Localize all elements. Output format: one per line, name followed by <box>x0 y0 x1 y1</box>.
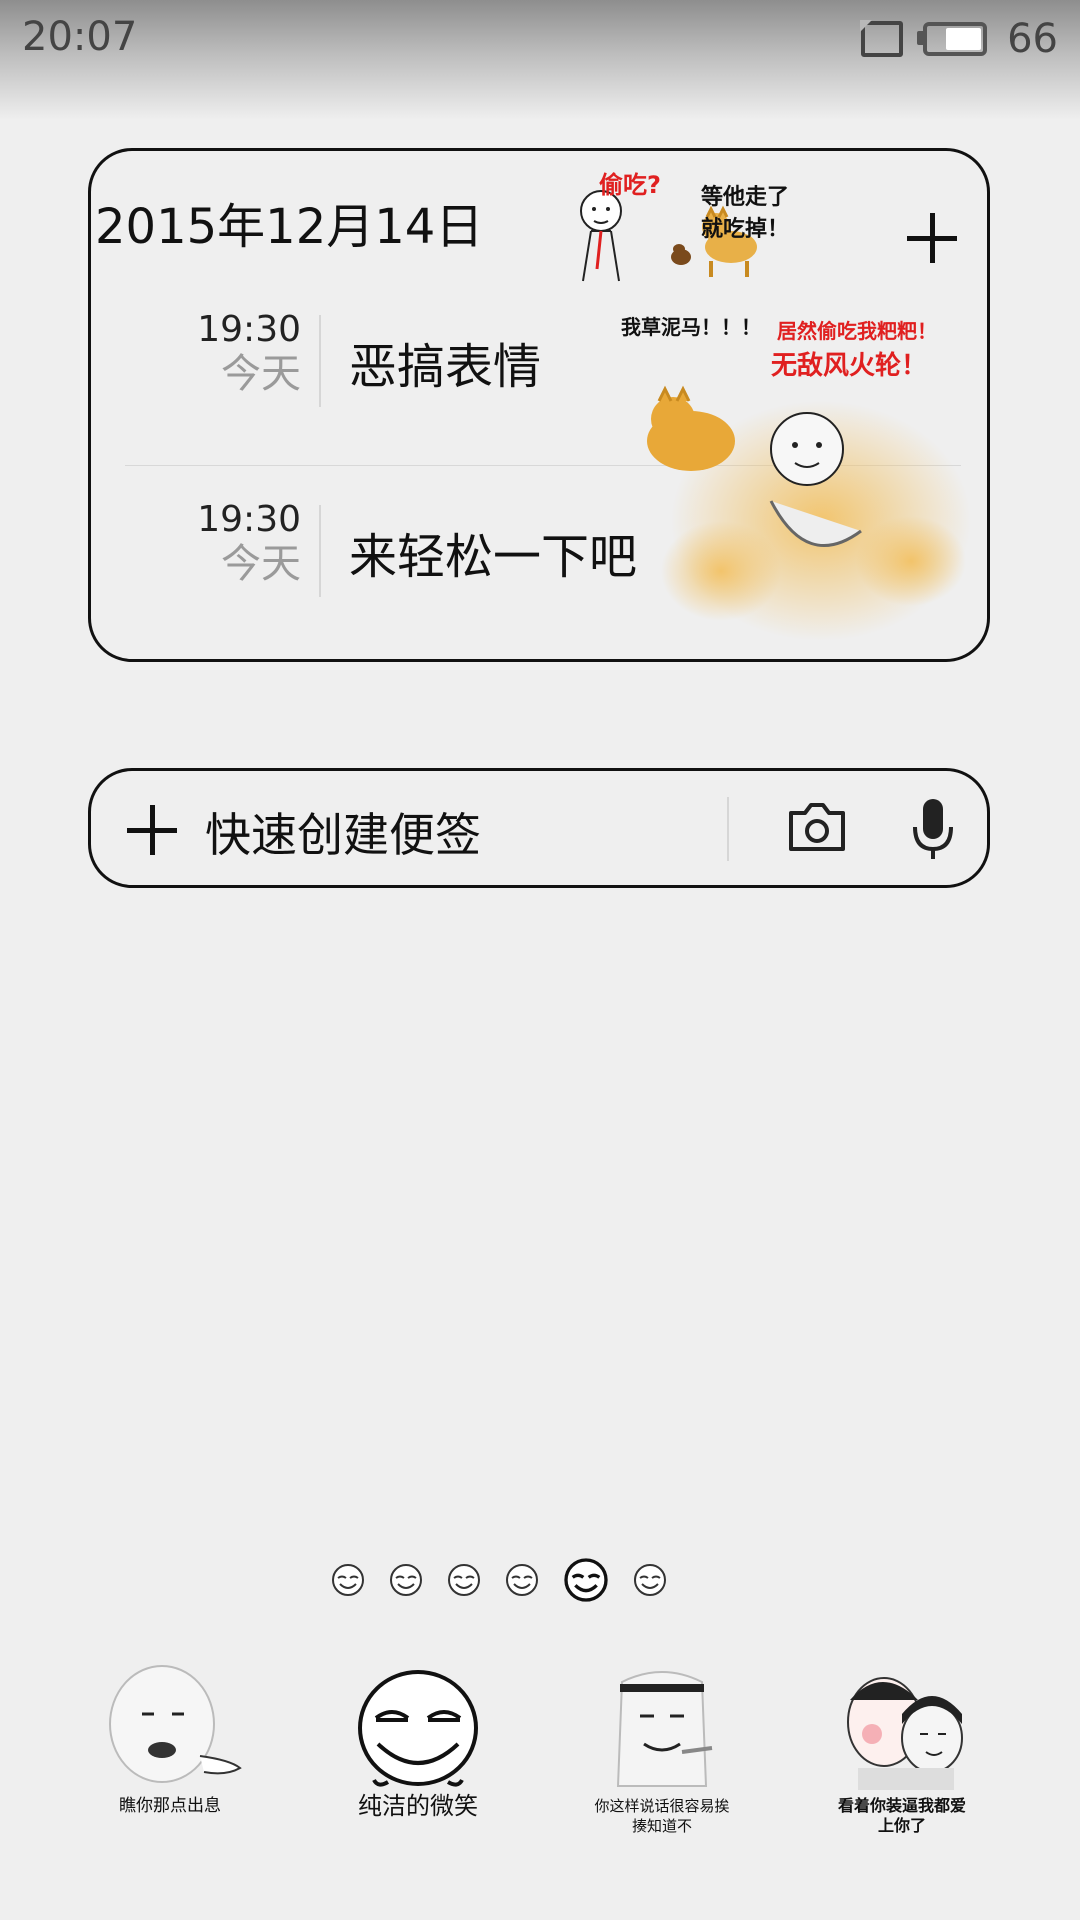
note-day: 今天 <box>221 351 301 397</box>
dock-app-label: 瞧你那点出息 <box>119 1796 221 1816</box>
quick-note-label[interactable]: 快速创建便签 <box>205 799 481 865</box>
battery-level: 66 <box>1007 16 1058 62</box>
page-dot[interactable] <box>504 1562 540 1598</box>
dock-app-3[interactable]: 你这样说话很容易挨揍知道不 <box>572 1660 752 1840</box>
battery-icon <box>917 22 988 56</box>
meme-text-right-1: 居然偷吃我粑粑！ <box>777 319 937 343</box>
dock-app-1[interactable]: 瞧你那点出息 <box>80 1660 260 1840</box>
meme-text-left: 我草泥马！！！ <box>621 315 761 339</box>
status-bar: 20:07 66 <box>0 0 1080 120</box>
dock-app-label: 你这样说话很容易挨揍知道不 <box>594 1797 730 1835</box>
dock-app-2[interactable]: 纯洁的微笑 <box>328 1660 508 1840</box>
vertical-divider <box>319 505 321 597</box>
notes-widget[interactable]: 2015年12月14日 偷吃? 等他走了就吃掉！ 19:30 今天 恶搞表情 1… <box>88 148 990 662</box>
note-time: 19:30 <box>197 309 301 350</box>
microphone-icon[interactable] <box>911 797 955 861</box>
meme-caption-left: 偷吃? <box>599 171 661 199</box>
meme-face-icon <box>847 1677 963 1790</box>
meme-face-icon <box>109 1665 242 1783</box>
quick-note-bar[interactable]: 快速创建便签 <box>88 768 990 888</box>
page-dot[interactable] <box>388 1562 424 1598</box>
page-dot[interactable] <box>632 1562 668 1598</box>
camera-icon[interactable] <box>787 801 847 853</box>
status-icons: 66 <box>860 14 1058 64</box>
note-time: 19:30 <box>197 499 301 540</box>
meme-sticker-big: 我草泥马！！！ 居然偷吃我粑粑！ 无敌风火轮！ <box>621 315 971 651</box>
note-time-block: 19:30 今天 <box>197 309 301 397</box>
dock: 瞧你那点出息 纯洁的微笑 你这样说话很容易挨揍知道不 看着你装逼我都爱上你了 <box>0 1660 1080 1840</box>
page-dot[interactable] <box>330 1562 366 1598</box>
dock-app-label: 看着你装逼我都爱上你了 <box>837 1796 966 1835</box>
dock-app-4[interactable]: 看着你装逼我都爱上你了 <box>812 1660 992 1840</box>
note-title: 恶搞表情 <box>349 339 542 395</box>
note-title: 来轻松一下吧 <box>349 529 638 585</box>
page-dot[interactable] <box>446 1562 482 1598</box>
meme-caption-right: 等他走了就吃掉！ <box>701 185 790 242</box>
widget-date: 2015年12月14日 <box>95 199 484 255</box>
separator <box>727 797 729 861</box>
meme-sticker-top: 偷吃? 等他走了就吃掉！ <box>561 169 801 287</box>
note-day: 今天 <box>221 541 301 587</box>
note-time-block: 19:30 今天 <box>197 499 301 587</box>
page-dot-active[interactable] <box>562 1556 610 1604</box>
meme-text-right-2: 无敌风火轮！ <box>771 351 928 381</box>
sim-card-icon <box>860 20 904 57</box>
status-time: 20:07 <box>22 14 138 60</box>
page-indicator <box>330 1552 750 1608</box>
add-note-icon[interactable] <box>907 213 957 263</box>
plus-icon[interactable] <box>127 805 177 855</box>
meme-face-icon <box>358 1670 478 1787</box>
vertical-divider <box>319 315 321 407</box>
dock-app-label: 纯洁的微笑 <box>358 1792 478 1820</box>
meme-face-icon <box>616 1671 713 1787</box>
